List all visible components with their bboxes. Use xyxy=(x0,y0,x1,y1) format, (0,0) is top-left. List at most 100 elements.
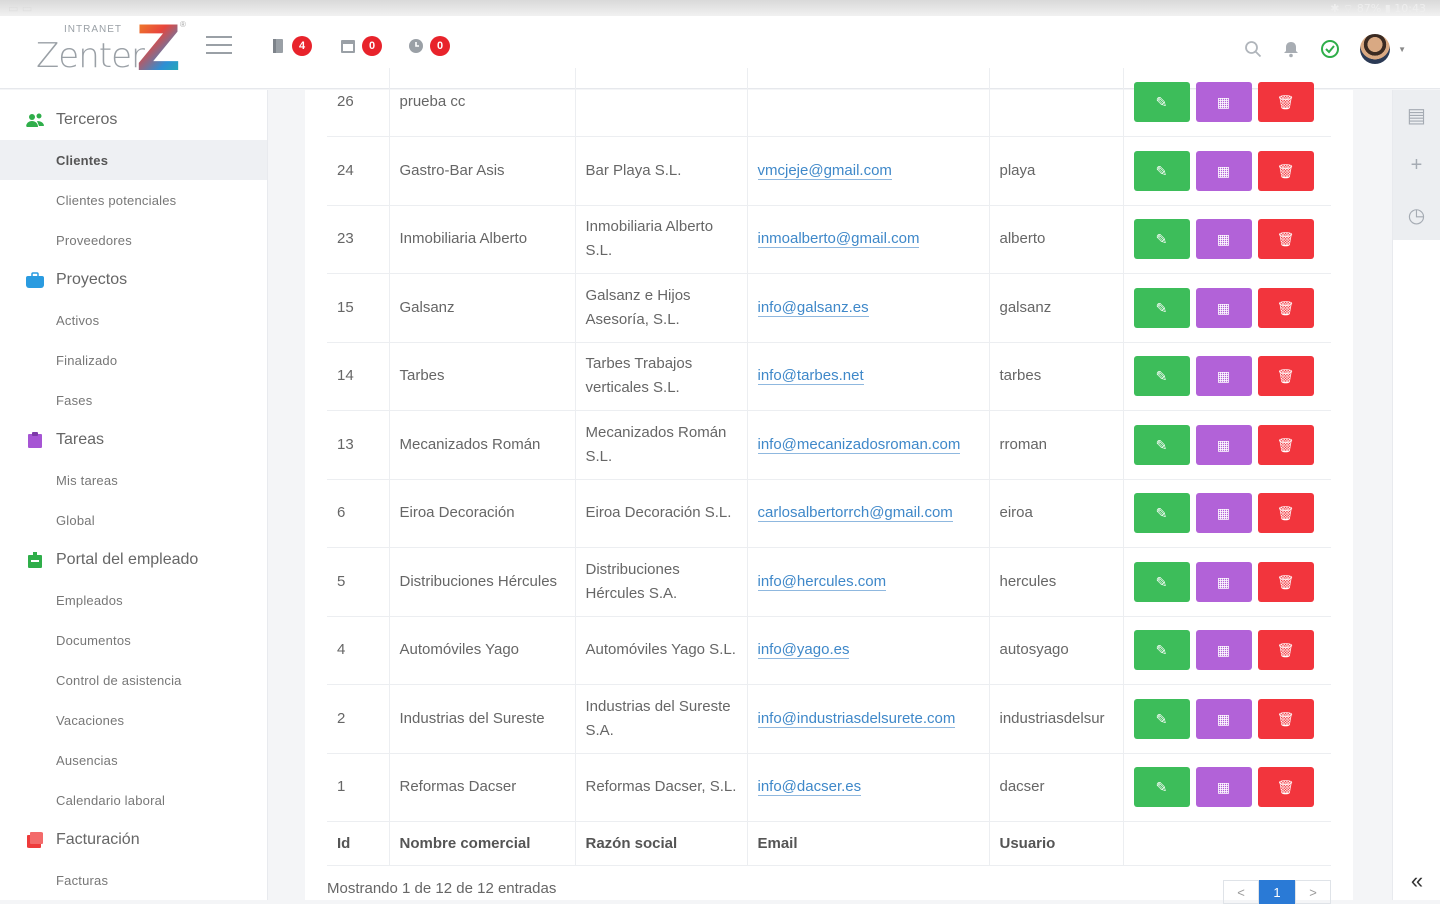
device-status-bar: ▭ ▭ ✱ ⌔ 87% ▮ 10:43 xyxy=(0,0,1440,16)
calendar-button[interactable]: ▦ xyxy=(1195,561,1252,602)
sidebar-item-proveedores[interactable]: Proveedores xyxy=(0,220,267,260)
clock-notification[interactable]: 0 xyxy=(408,34,450,58)
logo-z-mark: Z xyxy=(136,12,181,85)
sidebar-group-terceros[interactable]: Terceros xyxy=(0,100,267,140)
email-link[interactable]: info@dacser.es xyxy=(757,778,862,797)
calendar-button[interactable]: ▦ xyxy=(1195,767,1252,808)
sidebar-item-control-asistencia[interactable]: Control de asistencia xyxy=(0,660,267,700)
calendar-button[interactable]: ▦ xyxy=(1195,424,1252,465)
calendar-button[interactable]: ▦ xyxy=(1195,493,1252,534)
cell-razon-social: Distribuciones Hércules S.A. xyxy=(575,547,748,617)
email-link[interactable]: inmoalberto@gmail.com xyxy=(757,230,920,249)
edit-button[interactable]: ✎ xyxy=(1133,630,1190,671)
clients-table: 26 prueba cc ✎ ▦ 🗑 24 Gastro-Bar Asis Bar Playa… xyxy=(327,68,1331,866)
notification-badge: 4 xyxy=(292,36,312,56)
sidebar-item-calendario-laboral[interactable]: Calendario laboral xyxy=(0,780,267,820)
sidebar-item-global[interactable]: Global xyxy=(0,500,267,540)
tasks-notification[interactable]: 4 xyxy=(270,34,312,58)
column-header-email[interactable]: Email xyxy=(747,821,990,866)
delete-button[interactable]: 🗑 xyxy=(1257,767,1314,808)
plus-icon[interactable]: + xyxy=(1393,140,1440,190)
delete-button[interactable]: 🗑 xyxy=(1257,219,1314,260)
status-right: ✱ ⌔ 87% ▮ 10:43 xyxy=(1330,2,1426,15)
edit-button[interactable]: ✎ xyxy=(1133,82,1190,122)
edit-button[interactable]: ✎ xyxy=(1133,150,1190,191)
cell-nombre-comercial: Inmobiliaria Alberto xyxy=(389,205,576,274)
sidebar-item-ausencias[interactable]: Ausencias xyxy=(0,740,267,780)
calendar-button[interactable]: ▦ xyxy=(1195,356,1252,397)
calendar-button[interactable]: ▦ xyxy=(1195,287,1252,328)
bell-icon[interactable] xyxy=(1282,40,1300,58)
edit-button[interactable]: ✎ xyxy=(1133,219,1190,260)
edit-button[interactable]: ✎ xyxy=(1133,561,1190,602)
zenter-logo[interactable]: INTRANET Zenter Z ® xyxy=(36,12,186,85)
avatar[interactable] xyxy=(1360,34,1391,64)
sidebar-item-clientes[interactable]: Clientes xyxy=(0,140,267,180)
delete-button[interactable]: 🗑 xyxy=(1257,561,1314,602)
delete-button[interactable]: 🗑 xyxy=(1257,698,1314,739)
notification-badge: 0 xyxy=(362,36,382,56)
email-link[interactable]: info@tarbes.net xyxy=(757,367,864,386)
cell-razon-social xyxy=(575,68,748,137)
sidebar-item-finalizado[interactable]: Finalizado xyxy=(0,340,267,380)
calendar-button[interactable]: ▦ xyxy=(1195,630,1252,671)
delete-button[interactable]: 🗑 xyxy=(1257,287,1314,328)
email-link[interactable]: info@mecanizadosroman.com xyxy=(757,435,961,454)
search-icon[interactable] xyxy=(1244,40,1262,58)
chevron-down-icon[interactable]: ▼ xyxy=(1398,45,1406,54)
pagination-next[interactable]: > xyxy=(1295,880,1331,904)
table-row: 1 Reformas Dacser Reformas Dacser, S.L. inf… xyxy=(327,753,1331,822)
menu-toggle-button[interactable] xyxy=(206,36,232,56)
column-header-usuario[interactable]: Usuario xyxy=(989,821,1124,866)
edit-button[interactable]: ✎ xyxy=(1133,767,1190,808)
edit-button[interactable]: ✎ xyxy=(1133,493,1190,534)
cell-actions: ✎ ▦ 🗑 xyxy=(1123,616,1331,685)
collapse-rail-icon[interactable]: « xyxy=(1393,868,1440,894)
sidebar-item-vacaciones[interactable]: Vacaciones xyxy=(0,700,267,740)
column-header-id[interactable]: Id xyxy=(327,821,390,866)
column-header-nombre[interactable]: Nombre comercial xyxy=(389,821,576,866)
newspaper-icon[interactable]: ▤ xyxy=(1393,90,1440,140)
delete-button[interactable]: 🗑 xyxy=(1257,493,1314,534)
email-link[interactable]: info@industriasdelsurete.com xyxy=(757,709,956,728)
delete-button[interactable]: 🗑 xyxy=(1257,356,1314,397)
sidebar-group-portal-empleado[interactable]: Portal del empleado xyxy=(0,540,267,580)
sidebar-item-fases[interactable]: Fases xyxy=(0,380,267,420)
sidebar-item-empleados[interactable]: Empleados xyxy=(0,580,267,620)
delete-button[interactable]: 🗑 xyxy=(1257,150,1314,191)
pagination-page-1[interactable]: 1 xyxy=(1259,880,1295,904)
sidebar-group-facturacion[interactable]: Facturación xyxy=(0,820,267,860)
sidebar-item-mis-tareas[interactable]: Mis tareas xyxy=(0,460,267,500)
pagination-prev[interactable]: < xyxy=(1223,880,1259,904)
calendar-button[interactable]: ▦ xyxy=(1195,698,1252,739)
sidebar-group-proyectos[interactable]: Proyectos xyxy=(0,260,267,300)
edit-button[interactable]: ✎ xyxy=(1133,698,1190,739)
sidebar-item-documentos[interactable]: Documentos xyxy=(0,620,267,660)
calendar-button[interactable]: ▦ xyxy=(1195,219,1252,260)
calendar-button[interactable]: ▦ xyxy=(1195,82,1252,122)
edit-button[interactable]: ✎ xyxy=(1133,424,1190,465)
email-link[interactable]: vmcjeje@gmail.com xyxy=(757,161,892,180)
email-link[interactable]: carlosalbertorrch@gmail.com xyxy=(757,504,953,523)
cell-email xyxy=(747,68,990,137)
calendar-button[interactable]: ▦ xyxy=(1195,150,1252,191)
edit-button[interactable]: ✎ xyxy=(1133,356,1190,397)
cell-actions: ✎ ▦ 🗑 xyxy=(1123,684,1331,754)
email-link[interactable]: info@hercules.com xyxy=(757,572,887,591)
rail-tools: ▤ + ◷ xyxy=(1393,90,1440,240)
history-icon[interactable]: ◷ xyxy=(1393,190,1440,240)
edit-button[interactable]: ✎ xyxy=(1133,287,1190,328)
email-link[interactable]: info@galsanz.es xyxy=(757,298,869,317)
sidebar-item-activos[interactable]: Activos xyxy=(0,300,267,340)
clock-icon xyxy=(409,39,423,53)
delete-button[interactable]: 🗑 xyxy=(1257,82,1314,122)
sidebar-item-clientes-potenciales[interactable]: Clientes potenciales xyxy=(0,180,267,220)
email-link[interactable]: info@yago.es xyxy=(757,641,850,660)
delete-button[interactable]: 🗑 xyxy=(1257,630,1314,671)
column-header-razon[interactable]: Razón social xyxy=(575,821,748,866)
cell-email: carlosalbertorrch@gmail.com xyxy=(747,479,990,548)
sidebar-item-facturas[interactable]: Facturas xyxy=(0,860,267,900)
calendar-notification[interactable]: 0 xyxy=(340,34,382,58)
sidebar-group-tareas[interactable]: Tareas xyxy=(0,420,267,460)
delete-button[interactable]: 🗑 xyxy=(1257,424,1314,465)
